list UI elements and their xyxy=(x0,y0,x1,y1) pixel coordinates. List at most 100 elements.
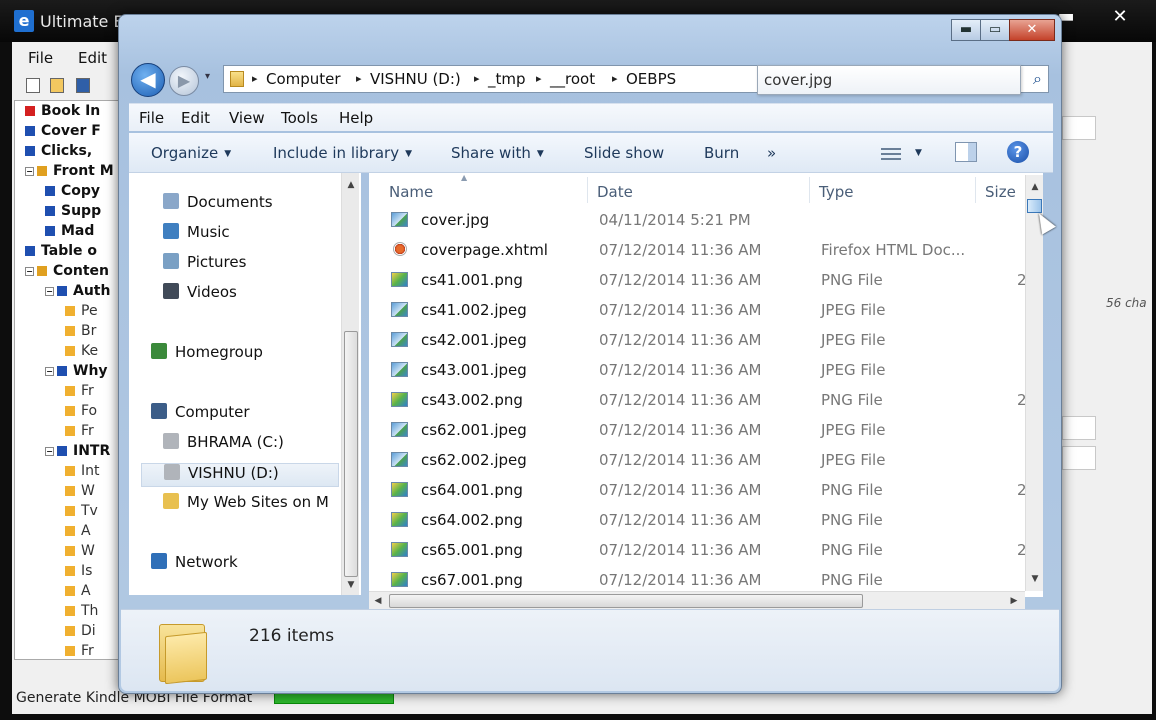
share-with-button[interactable]: Share with ▼ xyxy=(451,144,544,162)
search-icon[interactable]: ⌕ xyxy=(1033,69,1042,89)
scroll-right-arrow-icon[interactable]: ▶ xyxy=(1005,592,1023,610)
scroll-down-arrow-icon[interactable]: ▼ xyxy=(1026,571,1044,587)
open-folder-icon[interactable] xyxy=(50,78,64,93)
column-header-date[interactable]: Date xyxy=(597,183,633,201)
organize-button[interactable]: Organize ▼ xyxy=(151,144,231,162)
tree-item[interactable]: Tv xyxy=(65,503,98,523)
navigation-pane-scrollbar[interactable]: ▲ ▼ xyxy=(341,173,359,595)
file-row[interactable]: cs62.002.jpeg 07/12/2014 11:36 AM JPEG Fil… xyxy=(383,445,1023,475)
tree-item[interactable]: Fr xyxy=(65,383,94,403)
back-button[interactable]: ◀ xyxy=(131,63,165,97)
tree-item[interactable]: Fr xyxy=(65,423,94,443)
file-row[interactable]: cs43.001.jpeg 07/12/2014 11:36 AM JPEG Fil… xyxy=(383,355,1023,385)
tree-item[interactable]: Supp xyxy=(45,203,101,223)
menu-edit[interactable]: Edit xyxy=(181,109,210,127)
breadcrumb-separator-icon[interactable]: ▸ xyxy=(612,72,618,85)
tree-item[interactable]: Is xyxy=(65,563,92,583)
tree-item[interactable]: Fo xyxy=(65,403,97,423)
breadcrumb-tmp[interactable]: _tmp xyxy=(488,70,526,88)
minimize-button[interactable]: ▬ xyxy=(951,19,981,41)
column-header-name[interactable]: Name xyxy=(389,183,433,201)
tree-item[interactable]: Di xyxy=(65,623,96,643)
breadcrumb-separator-icon[interactable]: ▸ xyxy=(536,72,542,85)
collapse-icon[interactable]: − xyxy=(25,267,34,276)
recent-pages-chevron-icon[interactable]: ▾ xyxy=(205,71,210,82)
nav-item[interactable]: Pictures xyxy=(141,253,246,277)
menu-file[interactable]: File xyxy=(139,109,164,127)
scroll-up-arrow-icon[interactable]: ▲ xyxy=(1026,179,1044,195)
forward-button[interactable]: ▶ xyxy=(169,66,199,96)
file-row[interactable]: coverpage.xhtml 07/12/2014 11:36 AM Firefo… xyxy=(383,235,1023,265)
column-divider[interactable] xyxy=(975,177,976,203)
file-list[interactable]: ▲ Name Date Type Size cover.jpg 04/11/201… xyxy=(369,173,1043,597)
breadcrumb-computer[interactable]: Computer xyxy=(266,70,341,88)
tree-item[interactable]: A xyxy=(65,583,91,603)
tree-item[interactable]: Book In xyxy=(25,103,100,123)
tree-item[interactable]: − Conten xyxy=(25,263,109,283)
tree-item[interactable]: Int xyxy=(65,463,100,483)
scroll-up-arrow-icon[interactable]: ▲ xyxy=(342,177,360,193)
collapse-icon[interactable]: − xyxy=(45,367,54,376)
background-close-button[interactable]: ✕ xyxy=(1100,4,1140,30)
include-in-library-button[interactable]: Include in library ▼ xyxy=(273,144,412,162)
file-row[interactable]: cs43.002.png 07/12/2014 11:36 AM PNG File 2 xyxy=(383,385,1027,415)
file-list-horizontal-scrollbar[interactable]: ◀ ▶ xyxy=(369,591,1025,609)
background-field[interactable] xyxy=(1062,116,1096,140)
file-row[interactable]: cover.jpg 04/11/2014 5:21 PM xyxy=(383,205,1023,235)
background-menu-file[interactable]: File xyxy=(28,49,53,67)
nav-item[interactable]: BHRAMA (C:) xyxy=(141,433,284,457)
file-row[interactable]: cs64.001.png 07/12/2014 11:36 AM PNG File 2 xyxy=(383,475,1027,505)
tree-item[interactable]: A xyxy=(65,523,91,543)
column-header-type[interactable]: Type xyxy=(819,183,853,201)
breadcrumb-oebps[interactable]: OEBPS xyxy=(626,70,676,88)
nav-item[interactable]: Homegroup xyxy=(129,343,263,367)
change-view-icon[interactable] xyxy=(881,145,901,161)
breadcrumb-separator-icon[interactable]: ▸ xyxy=(252,72,258,85)
breadcrumb-root[interactable]: __root xyxy=(550,70,595,88)
collapse-icon[interactable]: − xyxy=(45,287,54,296)
file-row[interactable]: cs42.001.jpeg 07/12/2014 11:36 AM JPEG Fil… xyxy=(383,325,1023,355)
tree-item[interactable]: Mad xyxy=(45,223,94,243)
preview-pane-icon[interactable] xyxy=(955,142,977,162)
file-row[interactable]: cs64.002.png 07/12/2014 11:36 AM PNG File xyxy=(383,505,1023,535)
background-field[interactable] xyxy=(1062,416,1096,440)
tree-item[interactable]: − INTR xyxy=(45,443,110,463)
tree-item[interactable]: W xyxy=(65,483,95,503)
tree-item[interactable]: Th xyxy=(65,603,98,623)
nav-item[interactable]: Videos xyxy=(141,283,237,307)
breadcrumb-drive[interactable]: VISHNU (D:) xyxy=(370,70,461,88)
nav-item[interactable]: Documents xyxy=(141,193,273,217)
more-commands-button[interactable]: » xyxy=(767,144,776,162)
navigation-pane-scroll-thumb[interactable] xyxy=(344,331,358,577)
tree-item[interactable]: − Why xyxy=(45,363,108,383)
nav-item[interactable]: Music xyxy=(141,223,230,247)
view-options-chevron-icon[interactable]: ▼ xyxy=(915,148,922,158)
file-row[interactable]: cs65.001.png 07/12/2014 11:36 AM PNG File 2 xyxy=(383,535,1027,565)
collapse-icon[interactable]: − xyxy=(25,167,34,176)
breadcrumb-separator-icon[interactable]: ▸ xyxy=(474,72,480,85)
navigation-pane[interactable]: ▲ ▼ Documents Music Pictures Videos Homegrou… xyxy=(129,173,361,595)
nav-item[interactable]: Network xyxy=(129,553,238,577)
maximize-button[interactable]: ▭ xyxy=(980,19,1010,41)
save-icon[interactable] xyxy=(76,78,90,93)
scroll-left-arrow-icon[interactable]: ◀ xyxy=(369,592,387,610)
tree-item[interactable]: Pe xyxy=(65,303,98,323)
help-icon[interactable]: ? xyxy=(1007,141,1029,163)
column-header-size[interactable]: Size xyxy=(985,183,1016,201)
tree-item[interactable]: Copy xyxy=(45,183,100,203)
file-row[interactable]: cs41.002.jpeg 07/12/2014 11:36 AM JPEG Fil… xyxy=(383,295,1023,325)
menu-tools[interactable]: Tools xyxy=(281,109,318,127)
scroll-down-arrow-icon[interactable]: ▼ xyxy=(342,577,360,593)
breadcrumb-separator-icon[interactable]: ▸ xyxy=(356,72,362,85)
menu-help[interactable]: Help xyxy=(339,109,373,127)
tree-item[interactable]: − Front M xyxy=(25,163,114,183)
file-list-vertical-scrollbar[interactable]: ▲ ▼ xyxy=(1025,175,1043,591)
slide-show-button[interactable]: Slide show xyxy=(584,144,664,162)
tree-item[interactable]: Clicks, xyxy=(25,143,92,163)
tree-item[interactable]: Fr xyxy=(65,643,94,659)
file-row[interactable]: cs41.001.png 07/12/2014 11:36 AM PNG File 2 xyxy=(383,265,1027,295)
address-bar[interactable]: ▸ Computer ▸ VISHNU (D:) ▸ _tmp ▸ __root… xyxy=(223,65,811,93)
book-outline-tree[interactable]: Book In Cover F Clicks, − Front M Copy Supp Mad… xyxy=(14,100,124,660)
nav-item[interactable]: VISHNU (D:) xyxy=(141,463,339,487)
file-row[interactable]: cs62.001.jpeg 07/12/2014 11:36 AM JPEG Fil… xyxy=(383,415,1023,445)
